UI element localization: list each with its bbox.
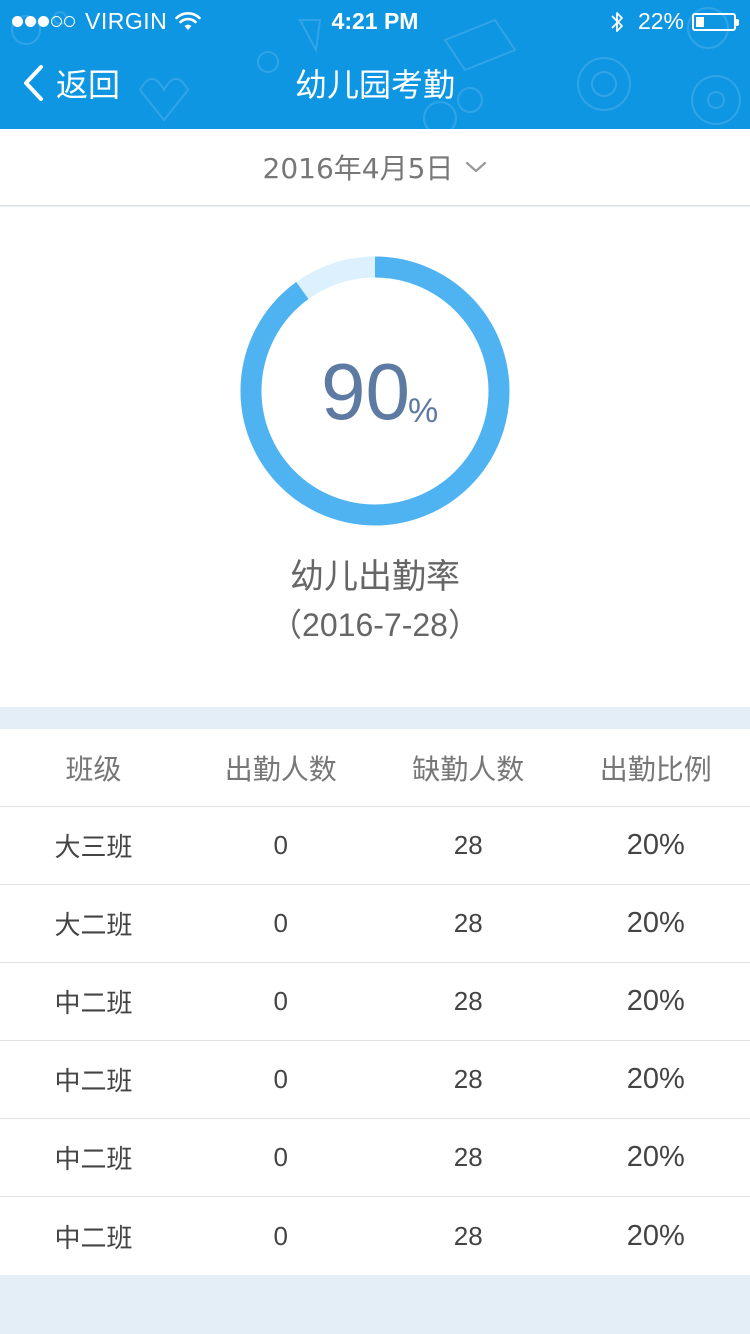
table-row[interactable]: 中二班 0 28 20% [0,963,750,1041]
table-row[interactable]: 中二班 0 28 20% [0,1041,750,1119]
present-count: 0 [273,986,288,1016]
absent-count: 28 [453,986,483,1016]
attendance-ratio: 20% [626,1219,685,1252]
chevron-left-icon [24,65,43,101]
back-button[interactable]: 返回 [22,60,120,106]
absent-count: 28 [453,1220,483,1251]
selected-date: 2016年4月5日 [262,152,454,185]
chevron-down-icon [466,161,487,173]
battery-icon [692,12,739,31]
table-row[interactable]: 大三班 0 28 20% [0,807,750,885]
bluetooth-icon [611,11,623,32]
battery-level-fill [696,16,704,27]
table-row[interactable]: 中二班 0 28 20% [0,1119,750,1197]
column-header-absent: 缺勤人数 [412,752,525,786]
attendance-rate-label: 幼儿出勤率 [290,557,460,597]
present-count: 0 [273,1142,288,1172]
status-right: 22% [610,8,739,35]
attendance-ratio: 20% [626,907,685,939]
attendance-ratio: 20% [626,1063,685,1095]
present-count: 0 [273,1064,288,1094]
table-row[interactable]: 中二班 0 28 20% [0,1197,750,1275]
class-attendance-table: 班级 出勤人数 缺勤人数 出勤比例 大三班 0 28 20% 大二班 0 28 … [0,729,750,1275]
attendance-ratio: 20% [626,1141,685,1173]
app-header: VIRGIN 4:21 PM 22% 返回 幼儿园考勤 [0,0,750,129]
column-header-present: 出勤人数 [224,752,337,786]
class-name: 大二班 [54,911,133,941]
column-header-class: 班级 [65,752,122,786]
class-name: 中二班 [54,1067,133,1097]
status-bar: VIRGIN 4:21 PM 22% [0,0,750,40]
class-name: 中二班 [54,1223,133,1254]
navigation-bar: 返回 幼儿园考勤 [0,40,750,129]
attendance-rate-unit: % [408,392,439,430]
class-name: 大三班 [54,833,133,863]
column-header-ratio: 出勤比例 [599,752,712,786]
date-selector[interactable]: 2016年4月5日 [0,129,750,206]
present-count: 0 [273,830,288,860]
attendance-ratio: 20% [626,829,685,861]
absent-count: 28 [453,830,483,860]
attendance-rate-value: 90 [321,347,410,436]
table-row[interactable]: 大二班 0 28 20% [0,885,750,963]
back-label: 返回 [56,66,121,104]
present-count: 0 [273,908,288,938]
class-name: 中二班 [54,989,133,1019]
absent-count: 28 [453,1064,483,1094]
present-count: 0 [273,1220,288,1251]
absent-count: 28 [453,1142,483,1172]
attendance-ratio: 20% [626,985,685,1017]
battery-percentage: 22% [637,8,684,34]
table-header-row: 班级 出勤人数 缺勤人数 出勤比例 [0,729,750,807]
attendance-summary: 90 % 幼儿出勤率 （2016-7-28） [0,207,750,707]
absent-count: 28 [453,908,483,938]
class-name: 中二班 [54,1145,133,1175]
attendance-rate-date: （2016-7-28） [270,607,480,643]
